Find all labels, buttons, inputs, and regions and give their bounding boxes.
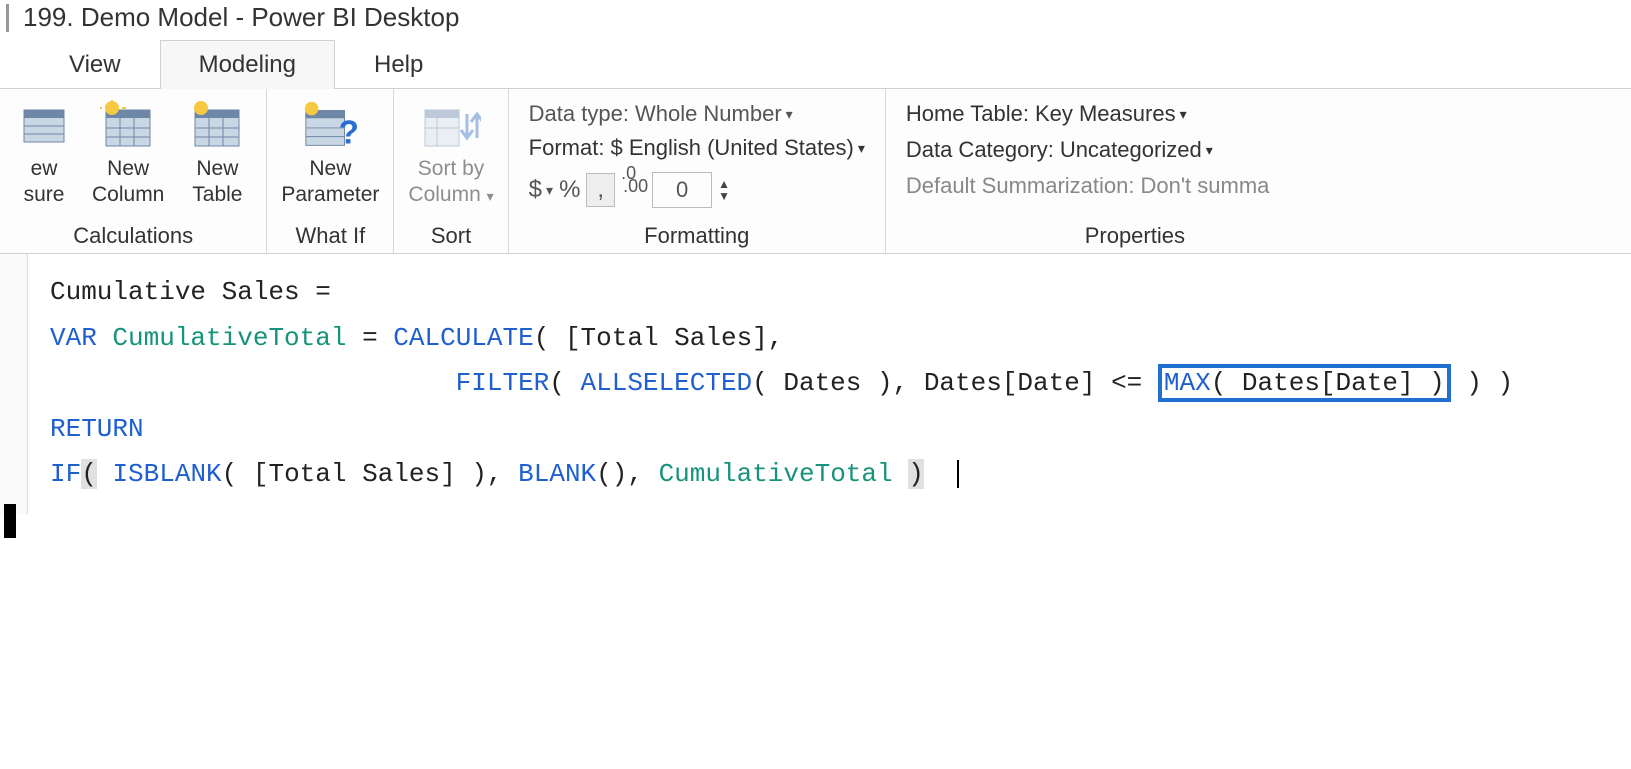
decimals-icon: .0.00 <box>621 169 646 211</box>
new-column-label-1: New <box>107 157 149 181</box>
sort-icon <box>421 97 481 155</box>
calculate-fn: CALCULATE <box>393 323 533 353</box>
var-name: CumulativeTotal <box>112 323 346 353</box>
ribbon-tabs: View Modeling Help <box>0 39 1631 89</box>
new-table-icon <box>187 97 247 155</box>
currency-button[interactable]: $ ▾ <box>529 176 553 204</box>
selection-marker <box>4 504 16 538</box>
hometable-dropdown[interactable]: Key Measures ▾ <box>1035 101 1187 127</box>
new-table-button[interactable]: New Table <box>182 97 252 207</box>
text-cursor <box>957 460 959 488</box>
formatting-group-label: Formatting <box>644 215 749 249</box>
ribbon: ew sure New Column New Table Calculation… <box>0 89 1631 254</box>
gutter <box>0 254 28 514</box>
hometable-value: Key Measures <box>1035 101 1176 127</box>
currency-symbol: $ <box>529 176 542 204</box>
properties-group-label: Properties <box>1085 215 1185 249</box>
decimal-spinner[interactable]: ▲▼ <box>718 178 730 202</box>
new-measure-label-2: sure <box>24 183 65 207</box>
window-title-bar: 199. Demo Model - Power BI Desktop <box>0 0 1631 39</box>
dates-table: Dates <box>783 368 861 398</box>
ribbon-group-sort: Sort by Column ▾ Sort <box>394 89 508 253</box>
ribbon-group-calculations: ew sure New Column New Table Calculation… <box>0 89 267 253</box>
format-dropdown[interactable]: $ English (United States) ▾ <box>610 135 864 161</box>
chevron-down-icon: ▾ <box>786 106 793 123</box>
new-column-icon <box>98 97 158 155</box>
annotation-highlight: MAX( Dates[Date] ) <box>1158 364 1451 402</box>
datatype-dropdown[interactable]: Whole Number ▾ <box>635 101 793 127</box>
chevron-down-icon: ▾ <box>546 182 553 199</box>
datacategory-value: Uncategorized <box>1060 137 1202 163</box>
summarization-value: Don't summa <box>1141 173 1270 199</box>
ribbon-group-formatting: Data type: Whole Number ▾ Format: $ Engl… <box>509 89 886 253</box>
if-fn: IF <box>50 459 81 489</box>
percent-button[interactable]: % <box>559 176 580 204</box>
tab-modeling[interactable]: Modeling <box>160 40 335 89</box>
chevron-down-icon: ▾ <box>1206 142 1213 159</box>
measure-name: Cumulative Sales <box>50 277 300 307</box>
var-keyword: VAR <box>50 323 97 353</box>
new-param-label-1: New <box>309 157 351 181</box>
sortby-label-2: Column ▾ <box>408 183 493 207</box>
isblank-fn: ISBLANK <box>112 459 221 489</box>
datatype-value: Whole Number <box>635 101 782 127</box>
new-param-label-2: Parameter <box>281 183 379 207</box>
blank-fn: BLANK <box>518 459 596 489</box>
ribbon-group-whatif: ? New Parameter What If <box>267 89 394 253</box>
whatif-group-label: What If <box>296 215 366 249</box>
formula-bar-area: Cumulative Sales = VAR CumulativeTotal =… <box>0 254 1631 514</box>
max-fn: MAX <box>1164 368 1211 398</box>
format-value: $ English (United States) <box>610 135 853 161</box>
calculations-group-label: Calculations <box>73 215 193 249</box>
new-parameter-button[interactable]: ? New Parameter <box>281 97 379 207</box>
new-measure-label-1: ew <box>31 157 58 181</box>
allselected-fn: ALLSELECTED <box>581 368 753 398</box>
new-column-button[interactable]: New Column <box>92 97 164 207</box>
chevron-down-icon: ▾ <box>1180 106 1187 123</box>
window-title: 199. Demo Model - Power BI Desktop <box>23 2 459 33</box>
hometable-label: Home Table: <box>906 101 1029 127</box>
dates-date-col-2: Dates[Date] <box>1242 368 1414 398</box>
svg-text:?: ? <box>339 113 359 150</box>
new-measure-icon <box>14 97 74 155</box>
new-table-label-1: New <box>196 157 238 181</box>
datatype-label: Data type: <box>529 101 629 127</box>
sort-group-label: Sort <box>431 215 471 249</box>
format-label: Format: <box>529 135 605 161</box>
thousands-separator-button[interactable]: , <box>586 173 615 207</box>
summarization-label: Default Summarization: <box>906 173 1135 199</box>
new-parameter-icon: ? <box>300 97 360 155</box>
sortby-label-1: Sort by <box>418 157 485 181</box>
formula-editor[interactable]: Cumulative Sales = VAR CumulativeTotal =… <box>28 254 1631 514</box>
sort-by-column-button[interactable]: Sort by Column ▾ <box>408 97 493 207</box>
new-column-label-2: Column <box>92 183 164 207</box>
filter-fn: FILTER <box>456 368 550 398</box>
title-bar-divider <box>6 4 9 32</box>
return-keyword: RETURN <box>50 414 144 444</box>
datacategory-label: Data Category: <box>906 137 1054 163</box>
total-sales-ref: [Total Sales] <box>565 323 768 353</box>
chevron-down-icon: ▾ <box>858 140 865 157</box>
dates-date-col: Dates[Date] <box>924 368 1096 398</box>
new-table-label-2: Table <box>192 183 242 207</box>
new-measure-button[interactable]: ew sure <box>14 97 74 207</box>
decimal-places-input[interactable]: 0 <box>652 172 712 208</box>
cumulativetotal-ref: CumulativeTotal <box>659 459 893 489</box>
total-sales-ref-2: [Total Sales] <box>253 459 456 489</box>
tab-view[interactable]: View <box>30 40 160 89</box>
tab-help[interactable]: Help <box>335 40 462 89</box>
ribbon-group-properties: Home Table: Key Measures ▾ Data Category… <box>886 89 1384 253</box>
datacategory-dropdown[interactable]: Uncategorized ▾ <box>1060 137 1213 163</box>
